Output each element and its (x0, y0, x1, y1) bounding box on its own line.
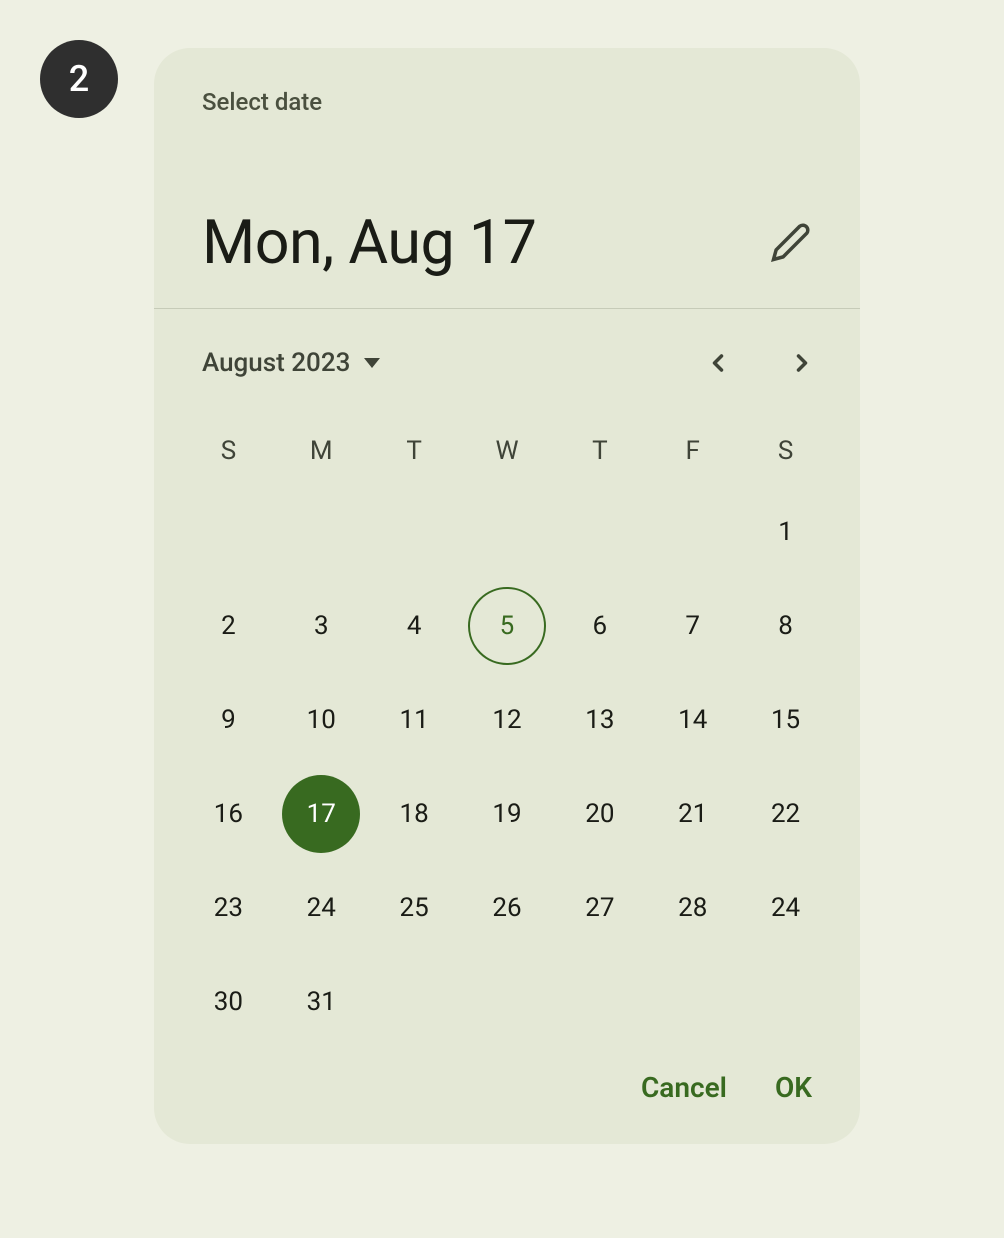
dialog-actions: Cancel OK (154, 1041, 860, 1124)
day-cell[interactable]: 12 (461, 681, 554, 759)
day-number: 10 (282, 681, 360, 759)
chevron-down-icon (364, 358, 380, 368)
day-number: 27 (561, 869, 639, 947)
next-month-button[interactable] (780, 341, 824, 385)
day-cell[interactable]: 24 (739, 869, 832, 947)
day-number: 20 (561, 775, 639, 853)
weekday-header: F (646, 425, 739, 477)
day-number: 2 (189, 587, 267, 665)
day-cell[interactable]: 17 (275, 775, 368, 853)
day-number: 21 (654, 775, 732, 853)
day-cell[interactable]: 3 (275, 587, 368, 665)
month-nav-arrows (696, 341, 824, 385)
weekday-header: M (275, 425, 368, 477)
day-number: 22 (747, 775, 825, 853)
day-number: 4 (375, 587, 453, 665)
day-number: 12 (468, 681, 546, 759)
step-badge: 2 (40, 40, 118, 118)
month-navigation-row: August 2023 (154, 309, 860, 405)
day-cell[interactable]: 8 (739, 587, 832, 665)
weekday-header: W (461, 425, 554, 477)
day-number: 7 (654, 587, 732, 665)
cancel-button[interactable]: Cancel (641, 1071, 727, 1104)
day-cell[interactable]: 10 (275, 681, 368, 759)
day-cell[interactable]: 4 (368, 587, 461, 665)
weekday-header: S (739, 425, 832, 477)
day-number: 17 (282, 775, 360, 853)
day-number: 8 (747, 587, 825, 665)
day-cell[interactable]: 27 (553, 869, 646, 947)
day-number: 5 (468, 587, 546, 665)
day-cell[interactable]: 21 (646, 775, 739, 853)
day-cell[interactable]: 7 (646, 587, 739, 665)
edit-icon[interactable] (770, 221, 812, 263)
day-number: 19 (468, 775, 546, 853)
weekday-header: T (368, 425, 461, 477)
day-number: 13 (561, 681, 639, 759)
day-number: 28 (654, 869, 732, 947)
day-number: 3 (282, 587, 360, 665)
day-cell[interactable]: 28 (646, 869, 739, 947)
ok-button[interactable]: OK (775, 1071, 812, 1104)
day-cell[interactable]: 1 (739, 493, 832, 571)
day-number: 1 (747, 493, 825, 571)
day-number: 16 (189, 775, 267, 853)
day-cell[interactable]: 5 (461, 587, 554, 665)
day-cell[interactable]: 6 (553, 587, 646, 665)
day-cell[interactable]: 14 (646, 681, 739, 759)
day-cell[interactable]: 11 (368, 681, 461, 759)
day-number: 11 (375, 681, 453, 759)
day-number: 31 (282, 963, 360, 1041)
day-number: 25 (375, 869, 453, 947)
day-number: 26 (468, 869, 546, 947)
day-cell[interactable]: 25 (368, 869, 461, 947)
day-cell[interactable]: 13 (553, 681, 646, 759)
day-number: 30 (189, 963, 267, 1041)
day-cell[interactable]: 26 (461, 869, 554, 947)
weekday-header: T (553, 425, 646, 477)
day-cell[interactable]: 2 (182, 587, 275, 665)
day-number: 9 (189, 681, 267, 759)
day-number: 15 (747, 681, 825, 759)
day-cell[interactable]: 22 (739, 775, 832, 853)
day-number: 14 (654, 681, 732, 759)
header-row: Mon, Aug 17 (202, 206, 812, 278)
day-number: 23 (189, 869, 267, 947)
header-title: Select date (202, 88, 812, 116)
date-picker-header: Select date Mon, Aug 17 (154, 48, 860, 309)
day-cell[interactable]: 24 (275, 869, 368, 947)
day-cell[interactable]: 20 (553, 775, 646, 853)
day-cell-empty (646, 493, 739, 571)
day-cell-empty (368, 493, 461, 571)
day-cell-empty (553, 493, 646, 571)
day-cell-empty (182, 493, 275, 571)
day-cell[interactable]: 31 (275, 963, 368, 1041)
date-picker: Select date Mon, Aug 17 August 2023 (154, 48, 860, 1144)
selected-date-display: Mon, Aug 17 (202, 206, 536, 278)
day-number: 18 (375, 775, 453, 853)
month-selector[interactable]: August 2023 (202, 348, 380, 378)
day-number: 6 (561, 587, 639, 665)
day-cell[interactable]: 15 (739, 681, 832, 759)
day-cell[interactable]: 16 (182, 775, 275, 853)
day-cell[interactable]: 9 (182, 681, 275, 759)
day-number: 24 (747, 869, 825, 947)
calendar-grid: SMTWTFS123456789101112131415161718192021… (154, 405, 860, 1041)
day-cell-empty (275, 493, 368, 571)
day-number: 24 (282, 869, 360, 947)
prev-month-button[interactable] (696, 341, 740, 385)
day-cell[interactable]: 18 (368, 775, 461, 853)
weekday-header: S (182, 425, 275, 477)
day-cell[interactable]: 23 (182, 869, 275, 947)
day-cell[interactable]: 19 (461, 775, 554, 853)
month-label: August 2023 (202, 348, 350, 378)
day-cell-empty (461, 493, 554, 571)
day-cell[interactable]: 30 (182, 963, 275, 1041)
step-number: 2 (69, 58, 89, 100)
